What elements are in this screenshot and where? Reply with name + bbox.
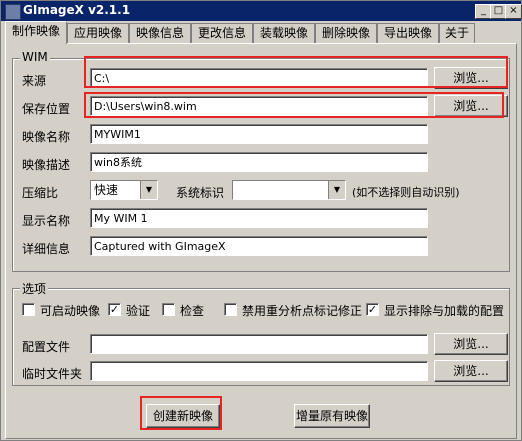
app-icon [5, 4, 21, 20]
display-name-input[interactable]: My WIM 1 [90, 208, 428, 228]
detail-info-label: 详细信息 [22, 242, 71, 256]
check-label: 检查 [180, 304, 205, 318]
system-flag-label: 系统标识 [176, 186, 225, 200]
options-group-title: 选项 [20, 280, 49, 297]
display-name-label: 显示名称 [22, 214, 71, 228]
verify-label: 验证 [126, 304, 151, 318]
compression-value: 快速 [94, 183, 119, 197]
save-location-label: 保存位置 [22, 102, 71, 116]
window-title: GImageX v2.1.1 [23, 3, 131, 17]
detail-info-input[interactable]: Captured with GImageX [90, 236, 428, 256]
source-label: 来源 [22, 74, 47, 88]
tab-about[interactable]: 关于 [439, 23, 475, 43]
wim-group-title: WIM [20, 50, 50, 64]
config-file-input[interactable] [90, 334, 428, 354]
tab-mount-image[interactable]: 装载映像 [253, 23, 315, 43]
temp-folder-input[interactable] [90, 361, 428, 381]
bootable-label: 可启动映像 [40, 304, 101, 318]
source-browse-button[interactable]: 浏览... [434, 67, 508, 89]
image-desc-input[interactable]: win8系统 [90, 152, 428, 172]
tab-apply-image[interactable]: 应用映像 [67, 23, 129, 43]
create-image-button[interactable]: 创建新映像 [146, 404, 220, 428]
tab-delete-image[interactable]: 删除映像 [315, 23, 377, 43]
image-name-input[interactable]: MYWIM1 [90, 124, 428, 144]
verify-checkbox[interactable]: ✓ [108, 303, 121, 316]
show-exclusions-label: 显示排除与加载的配置 [384, 304, 505, 318]
tab-image-info[interactable]: 映像信息 [129, 23, 191, 43]
app-window: GImageX v2.1.1 _ □ × 制作映像 应用映像 映像信息 更改信息… [0, 0, 522, 441]
title-bar: GImageX v2.1.1 _ □ × [1, 1, 522, 21]
tab-create-image[interactable]: 制作映像 [5, 21, 67, 44]
image-name-label: 映像名称 [22, 130, 71, 144]
disable-reparse-checkbox[interactable] [224, 303, 237, 316]
temp-folder-label: 临时文件夹 [22, 367, 83, 381]
image-desc-label: 映像描述 [22, 158, 71, 172]
source-input[interactable]: C:\ [90, 68, 428, 88]
tab-change-info[interactable]: 更改信息 [191, 23, 253, 43]
check-checkbox[interactable] [162, 303, 175, 316]
temp-browse-button[interactable]: 浏览... [434, 360, 508, 382]
disable-reparse-label: 禁用重分析点标记修正 [242, 304, 363, 318]
config-browse-button[interactable]: 浏览... [434, 333, 508, 355]
compression-select[interactable]: 快速 ▼ [90, 180, 158, 200]
system-flag-select[interactable]: ▼ [232, 180, 346, 200]
tab-export-image[interactable]: 导出映像 [377, 23, 439, 43]
append-image-button[interactable]: 增量原有映像 [294, 404, 370, 428]
compression-label: 压缩比 [22, 186, 59, 200]
config-file-label: 配置文件 [22, 340, 71, 354]
bootable-checkbox[interactable] [22, 303, 35, 316]
chevron-down-icon[interactable]: ▼ [140, 181, 157, 199]
save-location-input[interactable]: D:\Users\win8.wim [90, 96, 428, 116]
show-exclusions-checkbox[interactable]: ✓ [366, 303, 379, 316]
close-button[interactable]: × [505, 4, 522, 19]
tab-panel: WIM 来源 C:\ 浏览... 保存位置 D:\Users\win8.wim … [5, 43, 517, 439]
save-browse-button[interactable]: 浏览... [434, 95, 508, 117]
chevron-down-icon[interactable]: ▼ [328, 181, 345, 199]
system-flag-hint: (如不选择则自动识别) [352, 186, 460, 199]
